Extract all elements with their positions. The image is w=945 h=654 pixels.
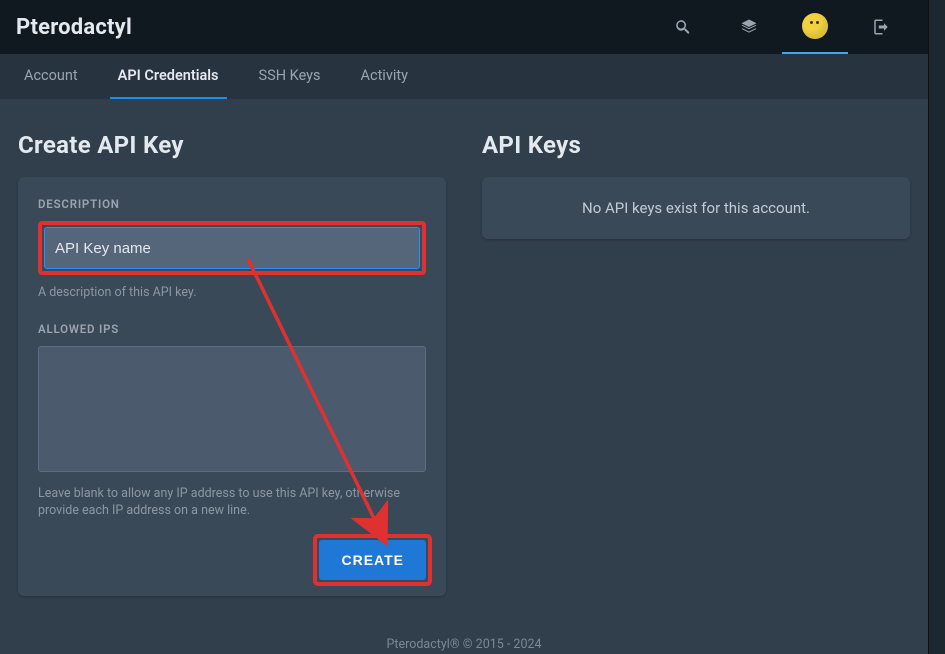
description-highlight (38, 221, 426, 275)
allowed-ips-help: Leave blank to allow any IP address to u… (38, 486, 426, 520)
servers-button[interactable] (716, 0, 782, 54)
footer: Pterodactyl® © 2015 - 2024 (0, 631, 928, 654)
topbar: Pterodactyl (0, 0, 928, 54)
create-button-highlight: CREATE (313, 534, 432, 586)
api-keys-title: API Keys (482, 131, 910, 159)
avatar-button[interactable] (782, 0, 848, 54)
search-icon (674, 18, 692, 36)
create-button[interactable]: CREATE (319, 540, 426, 580)
allowed-ips-input[interactable] (38, 346, 426, 472)
search-button[interactable] (650, 0, 716, 54)
description-help: A description of this API key. (38, 285, 426, 302)
tab-ssh-keys[interactable]: SSH Keys (251, 54, 329, 99)
description-label: DESCRIPTION (38, 197, 426, 211)
browser-scrollbar[interactable] (928, 0, 945, 654)
top-actions (650, 0, 914, 54)
description-field: DESCRIPTION A description of this API ke… (38, 197, 426, 302)
main-content: Create API Key DESCRIPTION A description… (0, 99, 928, 654)
tab-activity[interactable]: Activity (353, 54, 416, 99)
layers-icon (740, 18, 758, 36)
allowed-ips-label: ALLOWED IPS (38, 322, 426, 336)
description-input[interactable] (44, 227, 420, 269)
tab-api-credentials[interactable]: API Credentials (110, 54, 227, 99)
allowed-ips-field: ALLOWED IPS Leave blank to allow any IP … (38, 322, 426, 520)
api-keys-empty-text: No API keys exist for this account. (582, 199, 810, 217)
api-keys-empty-card: No API keys exist for this account. (482, 177, 910, 239)
subnav-tabs: Account API Credentials SSH Keys Activit… (0, 54, 928, 99)
create-api-key-card: DESCRIPTION A description of this API ke… (18, 177, 446, 596)
tab-account[interactable]: Account (16, 54, 86, 99)
logout-icon (872, 18, 890, 36)
footer-text: Pterodactyl® © 2015 - 2024 (386, 637, 541, 652)
create-api-key-title: Create API Key (18, 131, 446, 159)
logout-button[interactable] (848, 0, 914, 54)
brand-title: Pterodactyl (16, 15, 132, 40)
avatar-icon (802, 13, 828, 39)
